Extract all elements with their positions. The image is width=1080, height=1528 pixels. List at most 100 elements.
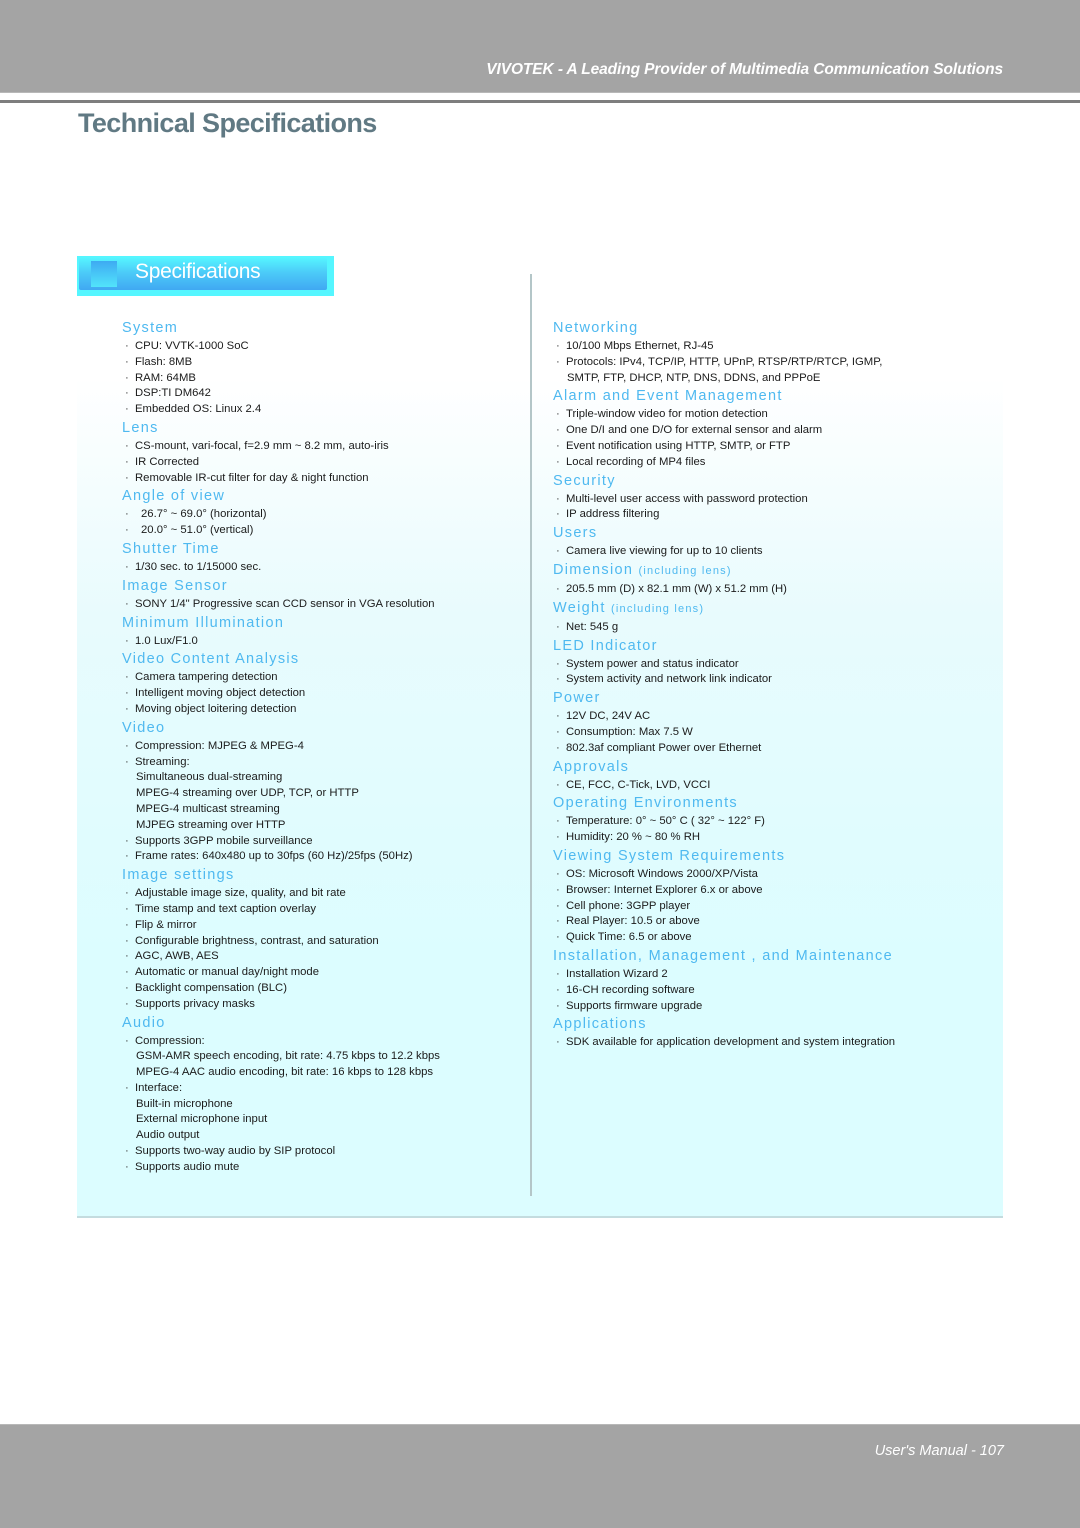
spec-section-shutter-time: Shutter Time 1/30 sec. to 1/15000 sec. xyxy=(122,540,522,576)
spec-item: Supports privacy masks xyxy=(122,997,522,1013)
spec-list: CPU: VVTK-1000 SoCFlash: 8MBRAM: 64MBDSP… xyxy=(122,339,522,418)
spec-item: Backlight compensation (BLC) xyxy=(122,981,522,997)
section-heading: Dimension (including lens) xyxy=(553,561,973,581)
spec-item: CS-mount, vari-focal, f=2.9 mm ~ 8.2 mm,… xyxy=(122,439,522,455)
spec-item: Real Player: 10.5 or above xyxy=(553,914,973,930)
section-heading-text: Users xyxy=(553,525,598,542)
spec-item: Temperature: 0° ~ 50° C ( 32° ~ 122° F) xyxy=(553,814,973,830)
spec-item: Humidity: 20 % ~ 80 % RH xyxy=(553,830,973,846)
spec-item: Intelligent moving object detection xyxy=(122,686,522,702)
section-heading-text: Viewing System Requirements xyxy=(553,847,786,864)
spec-item: Event notification using HTTP, SMTP, or … xyxy=(553,439,973,455)
spec-item: Triple-window video for motion detection xyxy=(553,407,973,423)
section-heading: Weight (including lens) xyxy=(553,599,973,619)
column-divider xyxy=(530,274,532,1196)
header-tagline: VIVOTEK - A Leading Provider of Multimed… xyxy=(486,61,1003,78)
spec-item: Removable IR-cut filter for day & night … xyxy=(122,471,522,487)
spec-section-power: Power 12V DC, 24V ACConsumption: Max 7.5 … xyxy=(553,689,973,756)
banner-square-icon xyxy=(91,261,117,287)
spec-section-security: Security Multi-level user access with pas… xyxy=(553,472,973,524)
spec-list: 205.5 mm (D) x 82.1 mm (W) x 51.2 mm (H) xyxy=(553,582,973,598)
spec-list: 1.0 Lux/F1.0 xyxy=(122,634,522,650)
spec-subitem: MPEG-4 multicast streaming xyxy=(136,802,280,815)
header-band: VIVOTEK - A Leading Provider of Multimed… xyxy=(0,0,1080,93)
spec-list: Camera live viewing for up to 10 clients xyxy=(553,544,973,560)
spec-list: Temperature: 0° ~ 50° C ( 32° ~ 122° F)H… xyxy=(553,814,973,846)
spec-item: 802.3af compliant Power over Ethernet xyxy=(553,741,973,757)
spec-item: SDK available for application developmen… xyxy=(553,1035,973,1051)
spec-subitem: Audio output xyxy=(136,1129,200,1142)
spec-item: Compression: xyxy=(122,1034,522,1050)
spec-item: IP address filtering xyxy=(553,507,973,523)
header-rule xyxy=(0,100,1080,103)
spec-item: Supports two-way audio by SIP protocol xyxy=(122,1144,522,1160)
spec-list: Compression:GSM-AMR speech encoding, bit… xyxy=(122,1034,522,1176)
spec-item: 205.5 mm (D) x 82.1 mm (W) x 51.2 mm (H) xyxy=(553,582,973,598)
spec-section-weight: Weight (including lens)Net: 545 g xyxy=(553,599,973,636)
section-heading-text: LED Indicator xyxy=(553,637,658,654)
spec-item: Camera live viewing for up to 10 clients xyxy=(553,544,973,560)
section-heading: Installation, Management , and Maintenan… xyxy=(553,947,973,966)
section-heading-text: Video xyxy=(122,719,166,736)
spec-item: Quick Time: 6.5 or above xyxy=(553,930,973,946)
spec-section-users: Users Camera live viewing for up to 10 cl… xyxy=(553,524,973,560)
section-heading-text: Applications xyxy=(553,1016,647,1033)
spec-list: Multi-level user access with password pr… xyxy=(553,492,973,524)
spec-subitem: SMTP, FTP, DHCP, NTP, DNS, DDNS, and PPP… xyxy=(567,371,821,384)
spec-section-viewing-system-requirements: Viewing System Requirements OS: Microsoft… xyxy=(553,847,973,946)
section-heading: Networking xyxy=(553,319,973,338)
section-heading-text: Lens xyxy=(122,419,159,436)
spec-item: Supports audio mute xyxy=(122,1160,522,1176)
section-heading-text: Operating Environments xyxy=(553,795,738,812)
spec-section-lens: Lens CS-mount, vari-focal, f=2.9 mm ~ 8.2… xyxy=(122,419,522,486)
spec-list: 1/30 sec. to 1/15000 sec. xyxy=(122,560,522,576)
section-heading-text: Security xyxy=(553,472,616,489)
section-heading: System xyxy=(122,319,522,338)
spec-item: Consumption: Max 7.5 W xyxy=(553,725,973,741)
spec-item: Net: 545 g xyxy=(553,620,973,636)
section-heading-note: (including lens) xyxy=(638,564,732,577)
page-title: Technical Specifications xyxy=(78,108,377,138)
spec-item: Flash: 8MB xyxy=(122,355,522,371)
spec-item: Supports 3GPP mobile surveillance xyxy=(122,834,522,850)
section-heading: Users xyxy=(553,524,973,543)
section-heading: Lens xyxy=(122,419,522,438)
spec-item: System power and status indicator xyxy=(553,657,973,673)
section-heading: Video xyxy=(122,719,522,738)
spec-list: Camera tampering detectionIntelligent mo… xyxy=(122,670,522,717)
spec-item: Interface: xyxy=(122,1081,522,1097)
section-banner: Specifications xyxy=(77,256,334,296)
section-heading-text: Alarm and Event Management xyxy=(553,388,783,405)
spec-subitem: MPEG-4 streaming over UDP, TCP, or HTTP xyxy=(136,787,359,800)
section-heading-text: Dimension xyxy=(553,561,634,578)
spec-subitem: Simultaneous dual-streaming xyxy=(136,771,283,784)
spec-list: 10/100 Mbps Ethernet, RJ-45Protocols: IP… xyxy=(553,339,973,386)
spec-section-image-settings: Image settings Adjustable image size, qua… xyxy=(122,866,522,1012)
banner-label: Specifications xyxy=(135,260,261,283)
spec-item: 12V DC, 24V AC xyxy=(553,709,973,725)
right-spec-column: Networking 10/100 Mbps Ethernet, RJ-45Pro… xyxy=(553,318,973,1051)
spec-item: AGC, AWB, AES xyxy=(122,949,522,965)
spec-item: IR Corrected xyxy=(122,455,522,471)
spec-item: Adjustable image size, quality, and bit … xyxy=(122,886,522,902)
section-heading-text: Image Sensor xyxy=(122,577,228,594)
section-heading: Minimum Illumination xyxy=(122,614,522,633)
spec-list: Compression: MJPEG & MPEG-4Streaming:Sim… xyxy=(122,739,522,865)
spec-list: 26.7° ~ 69.0° (horizontal)20.0° ~ 51.0° … xyxy=(122,507,522,539)
section-heading-text: Power xyxy=(553,690,601,707)
section-heading-text: Angle of view xyxy=(122,488,226,505)
spec-subitem: MJPEG streaming over HTTP xyxy=(136,818,286,831)
spec-section-angle-of-view: Angle of view 26.7° ~ 69.0° (horizontal)2… xyxy=(122,487,522,539)
spec-item: 20.0° ~ 51.0° (vertical) xyxy=(122,523,522,539)
spec-item: Installation Wizard 2 xyxy=(553,967,973,983)
spec-subitem: External microphone input xyxy=(136,1113,268,1126)
spec-item: RAM: 64MB xyxy=(122,371,522,387)
section-heading: Viewing System Requirements xyxy=(553,847,973,866)
spec-section-led-indicator: LED Indicator System power and status ind… xyxy=(553,637,973,689)
spec-item: Supports firmware upgrade xyxy=(553,999,973,1015)
section-heading-text: Networking xyxy=(553,320,639,336)
spec-section-image-sensor: Image Sensor SONY 1/4" Progressive scan C… xyxy=(122,577,522,613)
spec-item: Browser: Internet Explorer 6.x or above xyxy=(553,883,973,899)
section-heading-text: Image settings xyxy=(122,867,235,884)
spec-section-applications: Applications SDK available for applicatio… xyxy=(553,1015,973,1051)
